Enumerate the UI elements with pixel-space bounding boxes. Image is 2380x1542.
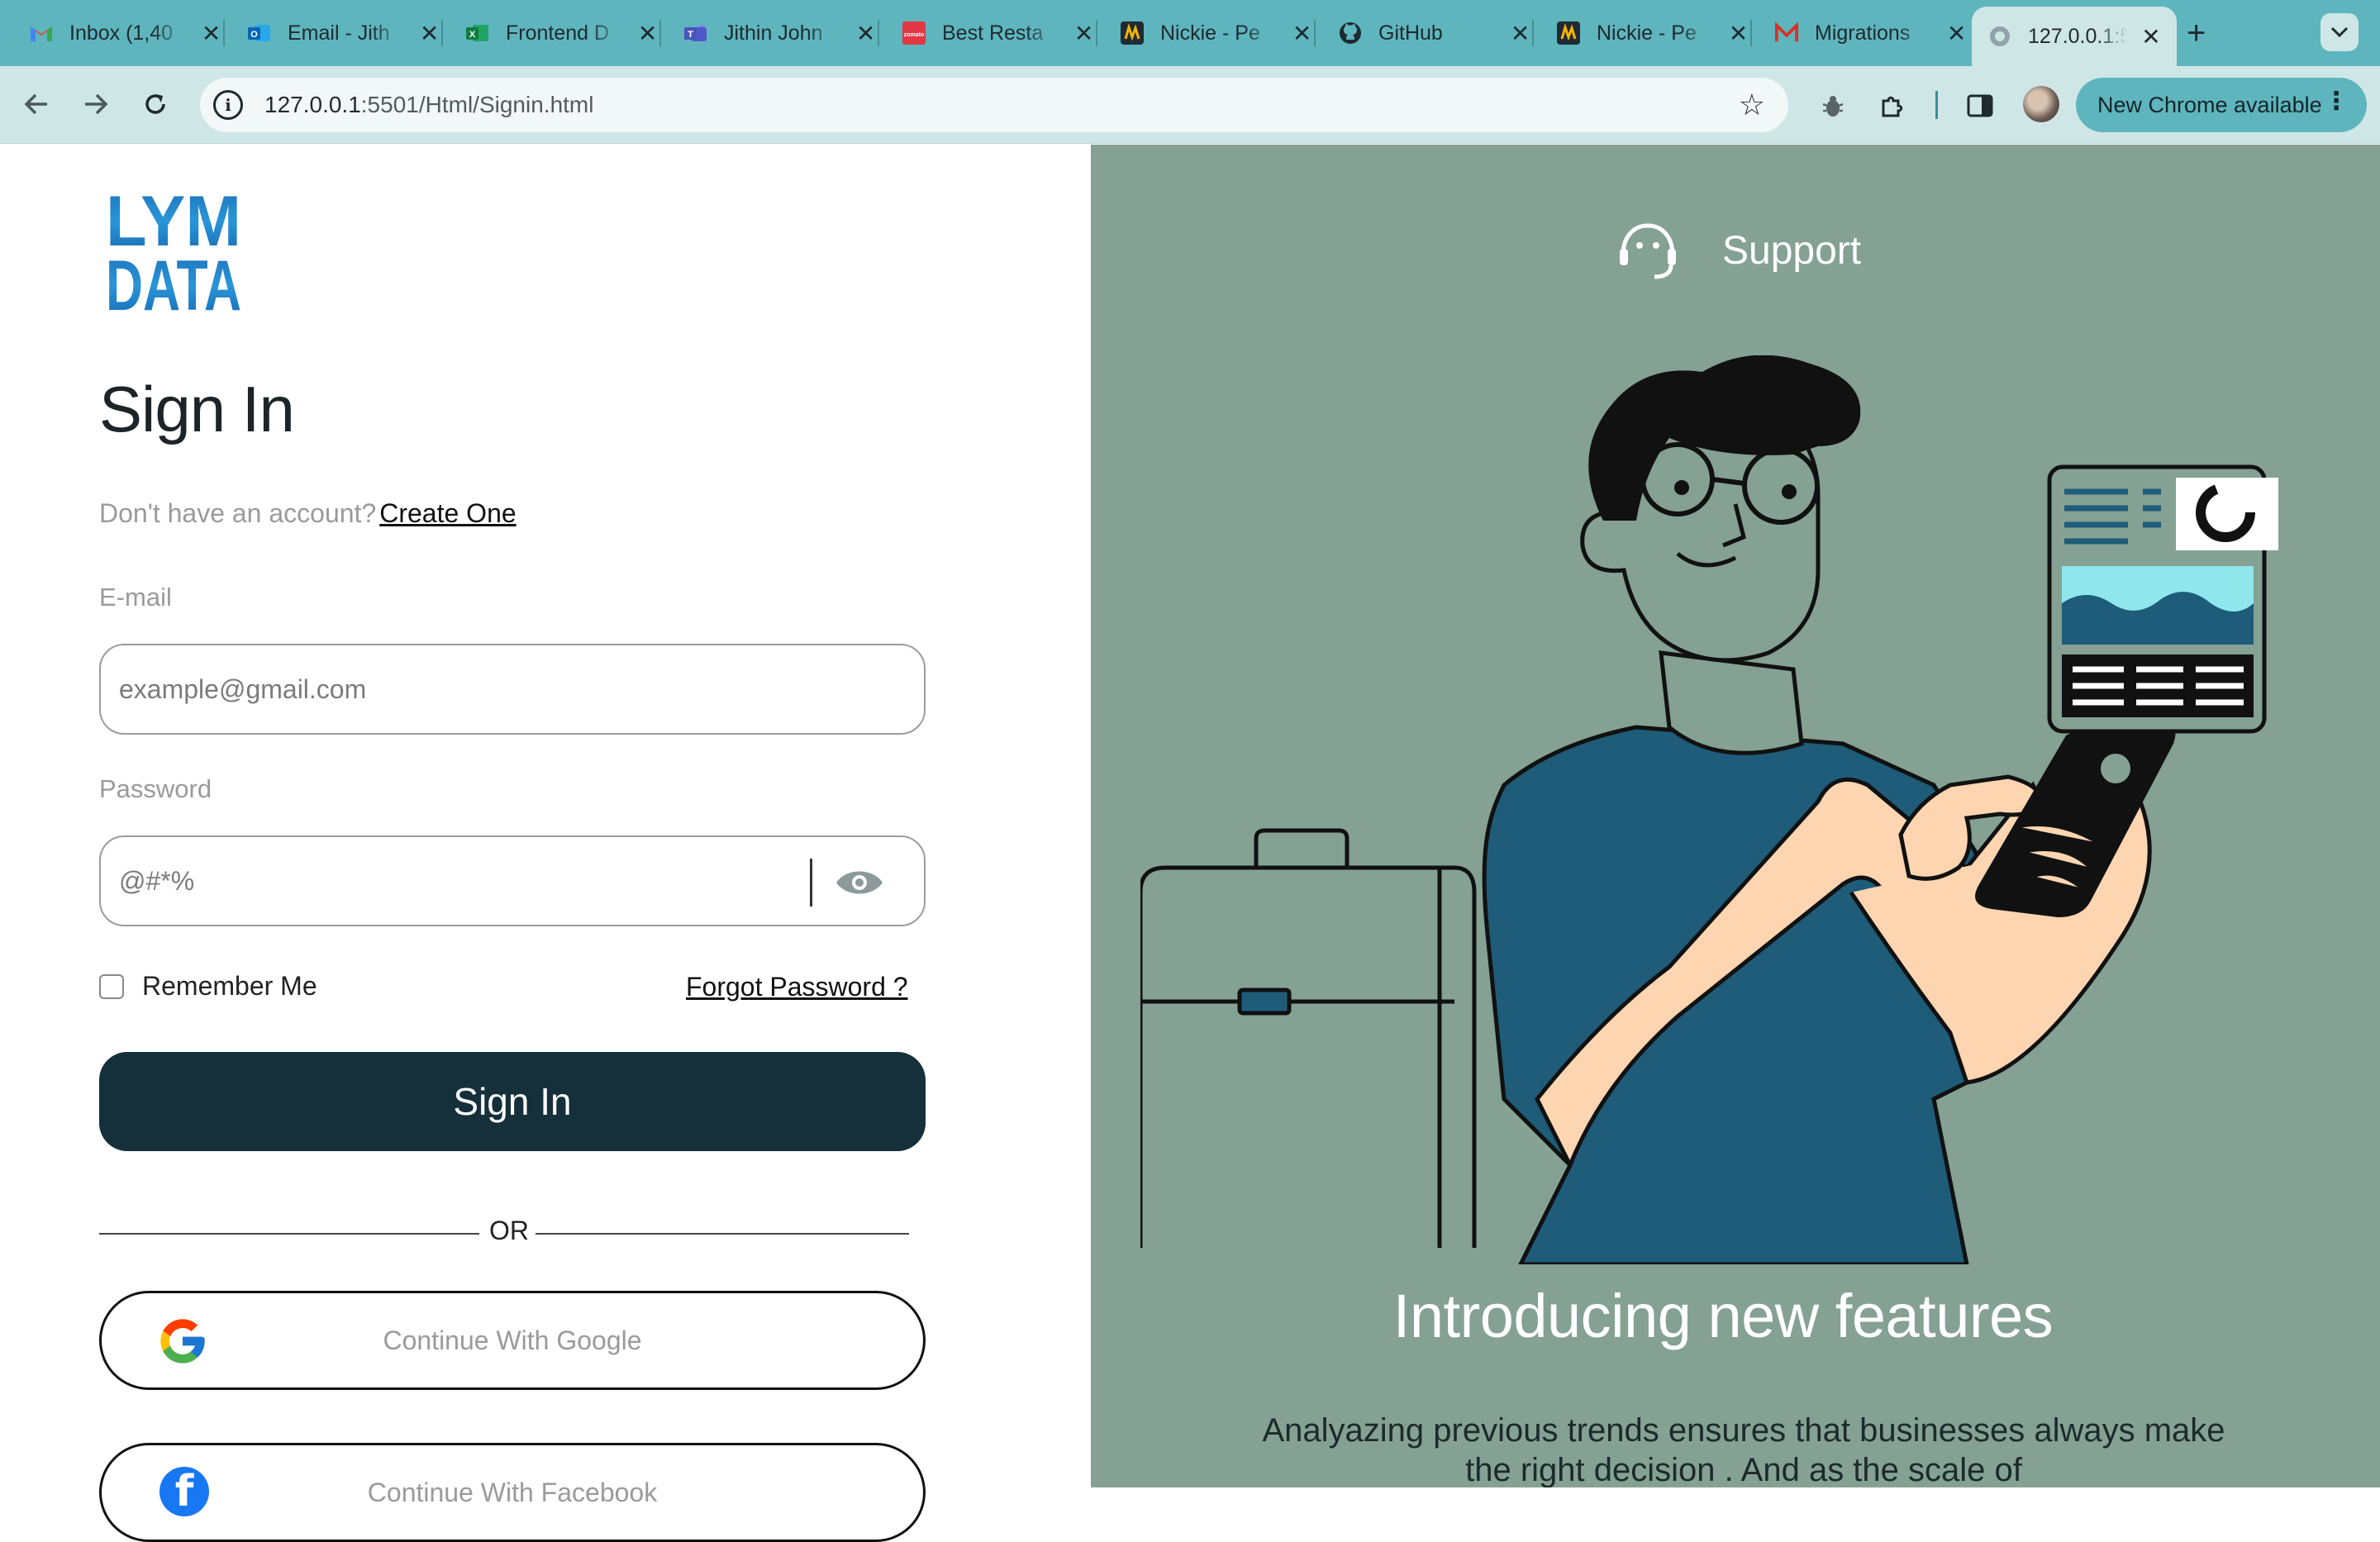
- continue-with-facebook-button[interactable]: f Continue With Facebook: [99, 1443, 926, 1542]
- github-icon: [1339, 21, 1362, 45]
- tab-title: Frontend D: [506, 21, 610, 45]
- globe-icon: [1988, 25, 2011, 48]
- email-field-wrapper: [99, 644, 926, 735]
- tab-close-icon[interactable]: ✕: [1944, 20, 1968, 47]
- browser-tab[interactable]: GitHub ✕: [1309, 12, 1534, 55]
- or-divider-text: OR: [489, 1216, 529, 1245]
- tab-title: Migrations: [1815, 21, 1911, 45]
- puzzle-extensions-icon[interactable]: [1876, 89, 1909, 122]
- svg-text:zomato: zomato: [904, 32, 925, 38]
- browser-toolbar: i 127.0.0.1:5501/Html/Signin.html ☆ New …: [0, 66, 2380, 144]
- password-label: Password: [99, 774, 212, 803]
- email-label: E-mail: [99, 583, 172, 612]
- tab-title: Jithin John: [724, 21, 823, 45]
- promo-description: Analyazing previous trends ensures that …: [1262, 1412, 2225, 1487]
- headset-icon: [1620, 223, 1676, 279]
- promo-panel: Support Introducing new features Analyaz…: [1091, 145, 2380, 1487]
- forgot-password-link[interactable]: Forgot Password ?: [686, 972, 908, 1002]
- teams-icon: T: [684, 21, 707, 45]
- tab-title: Nickie - Pe: [1160, 21, 1260, 45]
- google-icon: [160, 1319, 205, 1364]
- create-account-link[interactable]: Create One: [379, 498, 516, 528]
- new-chrome-available-button[interactable]: New Chrome available ⋮: [2076, 78, 2367, 132]
- signin-panel: LYM DATA Sign In Don't have an account? C…: [0, 145, 1091, 1542]
- nickie-icon: [1121, 21, 1144, 45]
- address-bar[interactable]: i 127.0.0.1:5501/Html/Signin.html ☆: [200, 78, 1788, 132]
- lym-data-logo: LYM DATA: [106, 186, 241, 313]
- person-with-phone-illustration: [1140, 355, 2278, 1264]
- excel-icon: X: [466, 21, 489, 45]
- forward-icon[interactable]: [74, 83, 117, 126]
- tab-title: Best Resta: [942, 21, 1044, 45]
- sign-in-button[interactable]: Sign In: [99, 1052, 926, 1151]
- zomato-icon: zomato: [902, 21, 926, 45]
- tab-search-button[interactable]: [2320, 13, 2359, 51]
- support-link[interactable]: Support: [1616, 221, 1861, 280]
- page-title: Sign In: [99, 373, 295, 445]
- svg-text:O: O: [250, 30, 258, 40]
- facebook-icon: f: [159, 1467, 209, 1516]
- nickie-icon: [1557, 21, 1580, 45]
- profile-avatar[interactable]: [2023, 86, 2059, 122]
- svg-text:T: T: [688, 30, 693, 40]
- bookmark-star-icon[interactable]: ☆: [1739, 88, 1765, 122]
- browser-tab[interactable]: zomato Best Resta ✕: [873, 12, 1097, 55]
- bug-extension-icon[interactable]: [1816, 89, 1849, 122]
- tab-close-icon[interactable]: ✕: [2139, 23, 2163, 50]
- divider-line: [536, 1233, 909, 1235]
- browser-tab-strip: Inbox (1,40 ✕ O Email - Jith ✕ X Fronten…: [0, 0, 2380, 66]
- eye-icon[interactable]: [835, 860, 884, 905]
- reload-icon[interactable]: [134, 83, 177, 126]
- browser-tab[interactable]: T Jithin John ✕: [654, 12, 879, 55]
- remember-me-label: Remember Me: [142, 971, 317, 1001]
- browser-tab[interactable]: Inbox (1,40 ✕: [0, 12, 225, 55]
- tab-title: Nickie - Pe: [1597, 21, 1697, 45]
- browser-tab-active[interactable]: 127.0.0.1:5 ✕: [1972, 7, 2177, 66]
- migrations-icon: [1775, 21, 1798, 45]
- browser-tab[interactable]: X Frontend D ✕: [436, 12, 661, 55]
- email-field[interactable]: [119, 673, 797, 705]
- browser-tab[interactable]: Nickie - Pe ✕: [1527, 12, 1752, 55]
- briefcase-icon: [1140, 828, 1477, 1248]
- tab-title: 127.0.0.1:5: [2028, 24, 2127, 48]
- svg-text:DATA: DATA: [106, 246, 241, 313]
- address-url[interactable]: 127.0.0.1:5501/Html/Signin.html: [264, 92, 593, 118]
- checkbox[interactable]: [99, 973, 124, 999]
- dashboard-card-icon: [2047, 464, 2278, 734]
- continue-with-google-button[interactable]: Continue With Google: [99, 1291, 926, 1390]
- svg-text:X: X: [469, 30, 476, 40]
- outlook-icon: O: [248, 21, 271, 45]
- site-info-icon[interactable]: i: [213, 90, 243, 120]
- browser-tab[interactable]: Migrations ✕: [1745, 12, 1968, 55]
- tab-title: Email - Jith: [288, 21, 390, 45]
- tab-title: Inbox (1,40: [69, 21, 174, 45]
- side-panel-icon[interactable]: [1963, 89, 1997, 122]
- divider-line: [99, 1233, 479, 1235]
- back-icon[interactable]: [15, 83, 58, 126]
- remember-me-checkbox[interactable]: Remember Me: [99, 971, 317, 1002]
- more-menu-icon[interactable]: ⋮: [2324, 89, 2349, 114]
- password-field[interactable]: [119, 865, 797, 897]
- gmail-icon: [30, 21, 53, 45]
- password-field-wrapper: [99, 835, 926, 926]
- browser-tab[interactable]: Nickie - Pe ✕: [1091, 12, 1316, 55]
- tab-title: GitHub: [1378, 21, 1443, 45]
- browser-tab[interactable]: O Email - Jith ✕: [218, 12, 443, 55]
- chevron-down-icon: [2330, 26, 2349, 38]
- new-tab-button[interactable]: +: [2187, 15, 2206, 52]
- no-account-text: Don't have an account? Create One: [99, 498, 516, 528]
- promo-headline: Introducing new features: [1392, 1282, 2054, 1350]
